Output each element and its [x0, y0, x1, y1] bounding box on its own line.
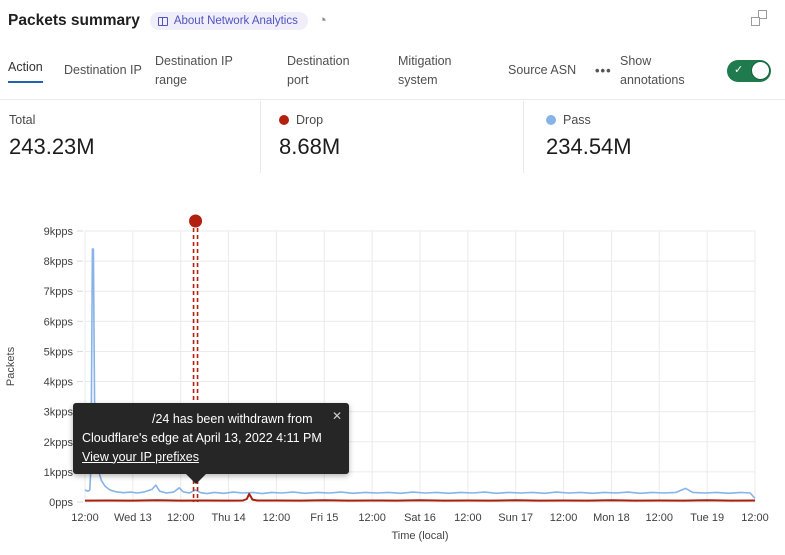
y-tick-label: 3kpps [44, 407, 74, 419]
about-network-analytics-badge[interactable]: About Network Analytics [150, 12, 308, 30]
y-tick-label: 7kpps [44, 286, 74, 298]
x-tick-label: Wed 13 [114, 512, 152, 524]
x-tick-label: Tue 19 [690, 512, 724, 524]
x-tick-label: 12:00 [167, 512, 195, 524]
stat-drop-label: Drop [296, 113, 323, 127]
annotation-tooltip: ✕ /24 has been withdrawn from Cloudflare… [73, 403, 349, 474]
stat-pass-label: Pass [563, 113, 591, 127]
tab-mitigation-system[interactable]: Mitigation system [398, 52, 508, 90]
stat-total: Total 243.23M [0, 101, 260, 173]
close-icon[interactable]: ✕ [332, 407, 342, 425]
stat-pass-value: 234.54M [546, 134, 785, 160]
packets-chart: 0pps 1kpps 2kpps 3kpps 4kpps 5kpps 6kpps 7kpps 8… [0, 205, 785, 555]
popout-icon[interactable] [751, 10, 767, 26]
annotation-text: /24 has been withdrawn from Cloudflare's… [82, 410, 327, 448]
pass-legend-dot [546, 115, 556, 125]
y-tick-label: 0pps [49, 497, 73, 509]
more-tabs-icon[interactable]: ••• [595, 63, 620, 78]
popout-front-square [751, 17, 760, 26]
packets-chart-svg: 0pps 1kpps 2kpps 3kpps 4kpps 5kpps 6kpps 7kpps 8… [0, 205, 785, 555]
toggle-check-icon: ✓ [734, 63, 743, 76]
stat-pass: Pass 234.54M [523, 101, 785, 173]
annotation-marker-dot[interactable] [189, 215, 202, 228]
x-tick-label: 12:00 [454, 512, 482, 524]
drop-legend-dot [279, 115, 289, 125]
y-tick-label: 4kpps [44, 377, 74, 389]
x-tick-label: Sun 17 [498, 512, 533, 524]
x-tick-label: 12:00 [263, 512, 291, 524]
toggle-knob [751, 61, 770, 80]
x-tick-label: 12:00 [741, 512, 769, 524]
x-tick-label: 12:00 [358, 512, 386, 524]
stat-drop: Drop 8.68M [260, 101, 523, 173]
x-tick-label: 12:00 [71, 512, 99, 524]
stat-drop-value: 8.68M [279, 134, 523, 160]
y-tick-label: 6kpps [44, 316, 74, 328]
show-annotations-label: Show annotations [620, 52, 727, 90]
stats-row: Total 243.23M Drop 8.68M Pass 234.54M [0, 101, 785, 173]
y-tick-label: 9kpps [44, 226, 74, 238]
view-ip-prefixes-link[interactable]: View your IP prefixes [82, 448, 199, 467]
tab-destination-ip[interactable]: Destination IP [64, 61, 155, 80]
y-axis-title: Packets [5, 346, 17, 386]
header: Packets summary About Network Analytics … [8, 8, 777, 34]
tooltip-caret [185, 473, 207, 484]
y-tick-label: 2kpps [44, 437, 74, 449]
stat-total-value: 243.23M [9, 134, 260, 160]
y-tick-label: 8kpps [44, 256, 74, 268]
about-badge-label: About Network Analytics [174, 15, 298, 27]
book-icon [158, 17, 168, 26]
dimension-tabbar: Action Destination IP Destination IP ran… [0, 42, 785, 100]
x-tick-label: Mon 18 [593, 512, 630, 524]
y-tick-label: 5kpps [44, 346, 74, 358]
tab-destination-ip-range[interactable]: Destination IP range [155, 52, 287, 90]
y-tick-label: 1kpps [44, 467, 74, 479]
x-tick-label: 12:00 [550, 512, 578, 524]
history-clock-icon[interactable]: ◔ [318, 14, 327, 28]
x-tick-label: Thu 14 [211, 512, 245, 524]
stat-total-label: Total [9, 113, 35, 127]
page-title: Packets summary [8, 12, 140, 30]
x-axis-title: Time (local) [391, 530, 448, 542]
tab-action[interactable]: Action [8, 58, 64, 84]
tab-destination-port[interactable]: Destination port [287, 52, 398, 90]
show-annotations-toggle[interactable]: ✓ [727, 60, 771, 82]
x-tick-label: Sat 16 [404, 512, 436, 524]
tab-source-asn[interactable]: Source ASN [508, 61, 595, 80]
x-tick-label: 12:00 [646, 512, 674, 524]
x-tick-label: Fri 15 [310, 512, 338, 524]
